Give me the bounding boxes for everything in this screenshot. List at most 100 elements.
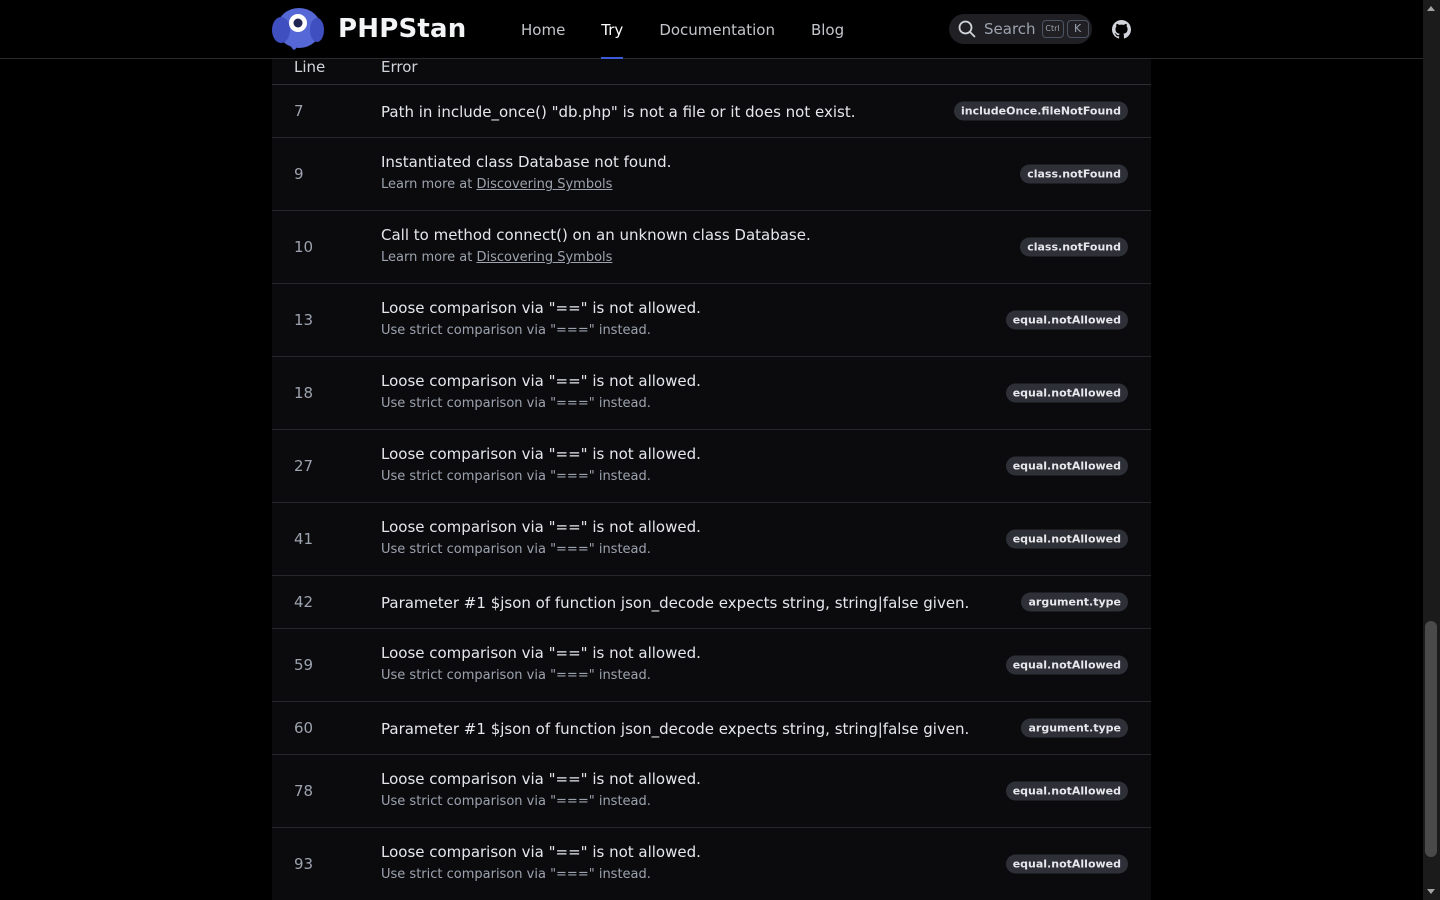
line-number: 78 — [294, 782, 314, 800]
brand-name: PHPStan — [338, 14, 467, 44]
tip-text: Use strict comparison via "===" instead. — [381, 867, 651, 882]
table-row: 93 Loose comparison via "==" is not allow… — [272, 828, 1151, 900]
line-number: 93 — [294, 855, 314, 873]
table-row: 9 Instantiated class Database not found. L… — [272, 138, 1151, 211]
error-identifier-badge: includeOnce.fileNotFound — [954, 101, 1128, 121]
error-message: Loose comparison via "==" is not allowed… — [381, 518, 701, 536]
error-message: Instantiated class Database not found. — [381, 153, 672, 171]
table-row: 10 Call to method connect() on an unknown… — [272, 211, 1151, 284]
line-number: 13 — [294, 311, 314, 329]
error-cell: Loose comparison via "==" is not allowed… — [381, 298, 951, 339]
error-message: Loose comparison via "==" is not allowed… — [381, 644, 701, 662]
tip-text: Use strict comparison via "===" instead. — [381, 794, 651, 809]
line-number: 59 — [294, 656, 314, 674]
scroll-down-arrow-icon[interactable] — [1427, 889, 1435, 894]
table-body: 7 Path in include_once() "db.php" is not … — [272, 85, 1151, 900]
line-number: 41 — [294, 530, 314, 548]
logo-link[interactable]: PHPStan — [272, 6, 466, 52]
page: PHPStan Home Try Documentation Blog Search … — [0, 0, 1440, 900]
error-cell: Call to method connect() on an unknown c… — [381, 225, 951, 266]
line-number: 18 — [294, 384, 314, 402]
discovering-symbols-link[interactable]: Discovering Symbols — [476, 250, 612, 265]
table-row: 27 Loose comparison via "==" is not allow… — [272, 430, 1151, 503]
error-message: Path in include_once() "db.php" is not a… — [381, 103, 856, 121]
error-cell: Loose comparison via "==" is not allowed… — [381, 643, 951, 684]
line-number: 10 — [294, 238, 314, 256]
table-row: 59 Loose comparison via "==" is not allow… — [272, 629, 1151, 702]
table-row: 42 Parameter #1 $json of function json_de… — [272, 576, 1151, 629]
error-message: Loose comparison via "==" is not allowed… — [381, 299, 701, 317]
scrollbar-thumb[interactable] — [1425, 621, 1437, 857]
error-identifier-badge: class.notFound — [1020, 237, 1128, 257]
table-row: 18 Loose comparison via "==" is not allow… — [272, 357, 1151, 430]
scroll-up-arrow-icon[interactable] — [1427, 6, 1435, 11]
error-message: Parameter #1 $json of function json_deco… — [381, 720, 970, 738]
page-scrollbar[interactable] — [1423, 0, 1440, 900]
tip-text: Use strict comparison via "===" instead. — [381, 542, 651, 557]
search-label: Search — [984, 20, 1036, 38]
error-identifier-badge: equal.notAllowed — [1005, 781, 1128, 801]
error-tip: Use strict comparison via "===" instead. — [381, 542, 951, 558]
nav-link-documentation[interactable]: Documentation — [659, 0, 775, 58]
error-identifier-badge: class.notFound — [1020, 164, 1128, 184]
error-tip: Learn more at Discovering Symbols — [381, 177, 951, 193]
search-icon — [958, 20, 976, 38]
discovering-symbols-link[interactable]: Discovering Symbols — [476, 177, 612, 192]
error-cell: Loose comparison via "==" is not allowed… — [381, 842, 951, 883]
column-header-error: Error — [381, 58, 418, 76]
line-number: 60 — [294, 719, 314, 737]
github-icon[interactable] — [1112, 20, 1131, 39]
error-identifier-badge: argument.type — [1021, 592, 1128, 612]
error-tip: Use strict comparison via "===" instead. — [381, 396, 951, 412]
search-button[interactable]: Search Ctrl K — [949, 14, 1092, 44]
line-number: 9 — [294, 165, 304, 183]
main-nav: Home Try Documentation Blog — [521, 0, 880, 59]
table-row: 78 Loose comparison via "==" is not allow… — [272, 755, 1151, 828]
table-header: Line Error — [272, 58, 1151, 85]
tip-text: Use strict comparison via "===" instead. — [381, 323, 651, 338]
error-cell: Loose comparison via "==" is not allowed… — [381, 371, 951, 412]
table-row: 7 Path in include_once() "db.php" is not … — [272, 85, 1151, 138]
error-cell: Parameter #1 $json of function json_deco… — [381, 719, 970, 739]
table-row: 13 Loose comparison via "==" is not allow… — [272, 284, 1151, 357]
nav-link-try[interactable]: Try — [601, 0, 624, 59]
error-cell: Path in include_once() "db.php" is not a… — [381, 102, 951, 122]
shortcut-ctrl-key: Ctrl — [1041, 20, 1064, 38]
error-identifier-badge: equal.notAllowed — [1005, 383, 1128, 403]
error-message: Parameter #1 $json of function json_deco… — [381, 594, 970, 612]
tip-text: Use strict comparison via "===" instead. — [381, 396, 651, 411]
error-identifier-badge: argument.type — [1021, 718, 1128, 738]
table-row: 60 Parameter #1 $json of function json_de… — [272, 702, 1151, 755]
error-message: Loose comparison via "==" is not allowed… — [381, 770, 701, 788]
tip-text: Use strict comparison via "===" instead. — [381, 469, 651, 484]
error-identifier-badge: equal.notAllowed — [1005, 655, 1128, 675]
line-number: 42 — [294, 593, 314, 611]
error-tip: Use strict comparison via "===" instead. — [381, 668, 951, 684]
top-navbar: PHPStan Home Try Documentation Blog Search … — [0, 0, 1423, 59]
error-tip: Use strict comparison via "===" instead. — [381, 867, 951, 883]
errors-table: Line Error 7 Path in include_once() "db.p… — [272, 58, 1151, 900]
error-message: Call to method connect() on an unknown c… — [381, 226, 811, 244]
error-cell: Loose comparison via "==" is not allowed… — [381, 517, 951, 558]
nav-link-blog[interactable]: Blog — [811, 0, 844, 58]
tip-text: Use strict comparison via "===" instead. — [381, 668, 651, 683]
error-tip: Use strict comparison via "===" instead. — [381, 469, 951, 485]
line-number: 7 — [294, 102, 304, 120]
error-tip: Use strict comparison via "===" instead. — [381, 794, 951, 810]
error-identifier-badge: equal.notAllowed — [1005, 310, 1128, 330]
error-message: Loose comparison via "==" is not allowed… — [381, 843, 701, 861]
elephant-logo-icon — [272, 8, 324, 50]
error-identifier-badge: equal.notAllowed — [1005, 854, 1128, 874]
error-cell: Loose comparison via "==" is not allowed… — [381, 769, 951, 810]
error-cell: Loose comparison via "==" is not allowed… — [381, 444, 951, 485]
tip-prefix: Learn more at — [381, 177, 477, 192]
error-cell: Parameter #1 $json of function json_deco… — [381, 593, 970, 613]
table-row: 41 Loose comparison via "==" is not allow… — [272, 503, 1151, 576]
error-identifier-badge: equal.notAllowed — [1005, 456, 1128, 476]
nav-link-home[interactable]: Home — [521, 0, 565, 58]
line-number: 27 — [294, 457, 314, 475]
error-tip: Use strict comparison via "===" instead. — [381, 323, 951, 339]
error-cell: Instantiated class Database not found. Le… — [381, 152, 951, 193]
error-tip: Learn more at Discovering Symbols — [381, 250, 951, 266]
tip-prefix: Learn more at — [381, 250, 477, 265]
